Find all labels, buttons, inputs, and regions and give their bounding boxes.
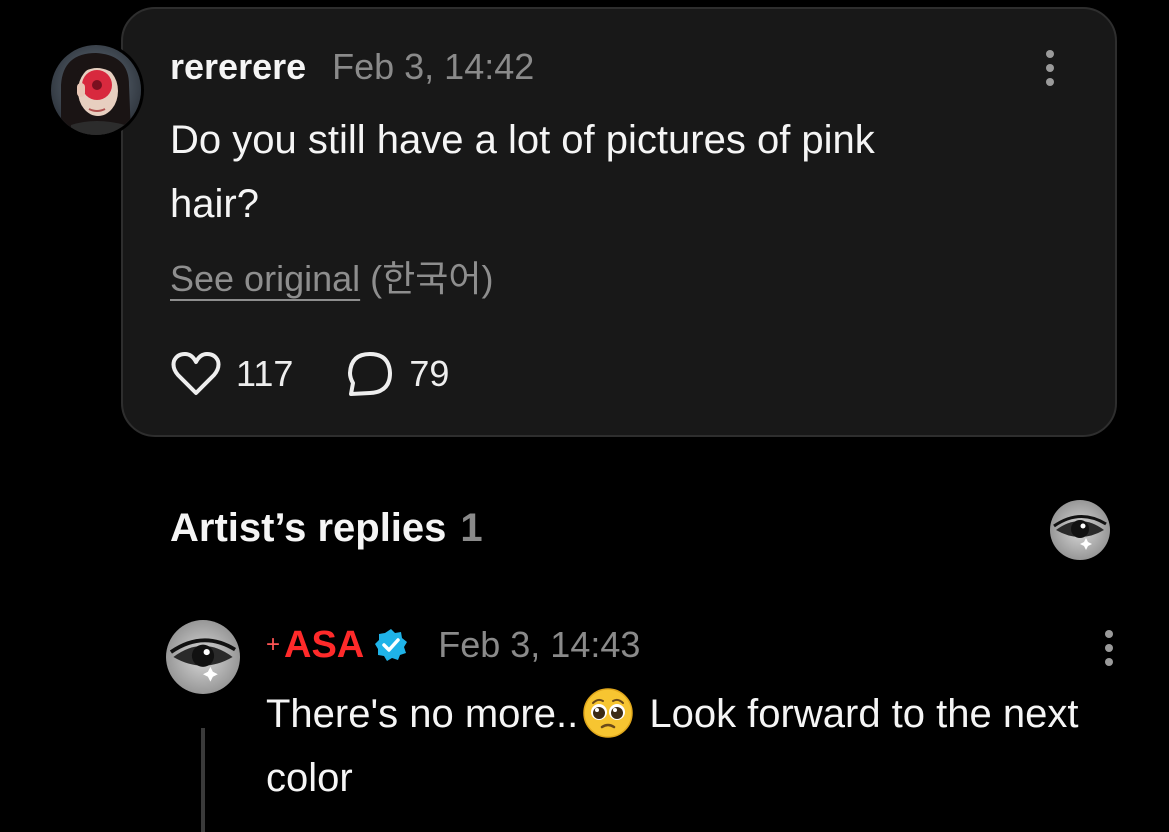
heart-icon (171, 352, 221, 395)
artist-replies-avatar[interactable] (1050, 500, 1110, 560)
artist-avatar[interactable] (166, 620, 240, 694)
artist-replies-title: Artist’s replies (170, 506, 447, 550)
like-button[interactable]: 117 (170, 351, 293, 397)
sparkle-icon: + (266, 631, 281, 658)
post-author-avatar[interactable] (48, 42, 144, 138)
comment-button[interactable]: 79 (345, 350, 449, 398)
artist-replies-heading: Artist’s replies 1 (170, 506, 483, 551)
original-language-label: (한국어) (370, 258, 494, 299)
pleading-face-emoji-icon (583, 688, 633, 739)
like-count: 117 (236, 353, 294, 394)
post-body-text: Do you still have a lot of pictures of p… (170, 118, 875, 226)
verified-badge-icon (375, 629, 408, 661)
see-original-link[interactable]: See original (170, 258, 360, 300)
thread-line (201, 728, 205, 832)
post-header: rererere Feb 3, 14:42 (170, 46, 534, 90)
reply-body-text: There's no more.. Look forward to the ne… (266, 682, 1136, 810)
artist-name[interactable]: + ASA (266, 624, 364, 667)
post-timestamp: Feb 3, 14:42 (332, 46, 535, 87)
post-more-options-icon[interactable] (1038, 46, 1062, 90)
artist-name-label: ASA (284, 623, 365, 666)
reply-more-options-icon[interactable] (1097, 626, 1121, 670)
comment-thread: rererere Feb 3, 14:42 Do you still have … (0, 0, 1169, 832)
reply-text-part-1: There's no more.. (266, 692, 579, 736)
reply-timestamp: Feb 3, 14:43 (438, 624, 641, 665)
see-original-row: See original (한국어) (170, 250, 493, 302)
post-actions: 117 79 (170, 350, 501, 398)
reply-header: + ASA Feb 3, 14:43 (266, 622, 640, 668)
post-author-name[interactable]: rererere (170, 46, 306, 88)
comment-count: 79 (409, 353, 450, 394)
artist-replies-count: 1 (460, 506, 483, 550)
comment-bubble-icon (348, 352, 393, 396)
